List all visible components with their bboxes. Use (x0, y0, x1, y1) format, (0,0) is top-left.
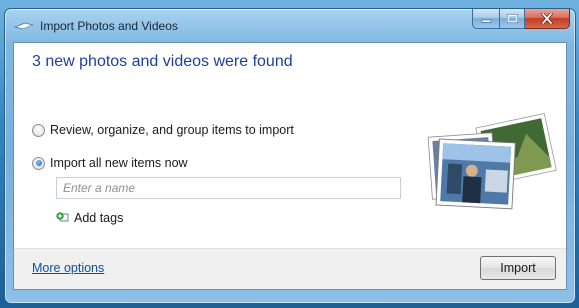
dialog-content: 3 new photos and videos were found Revie… (13, 42, 567, 290)
window-controls (472, 9, 570, 29)
import-button[interactable]: Import (480, 256, 556, 280)
add-tags-link[interactable]: Add tags (56, 211, 123, 225)
photo-stack-icon (427, 113, 557, 210)
import-dialog: Import Photos and Videos 3 new photos an… (4, 8, 576, 304)
minimize-icon (481, 19, 491, 23)
page-title: 3 new photos and videos were found (32, 53, 293, 70)
option-label-import-all: Import all new items now (50, 156, 188, 170)
close-icon (541, 13, 553, 24)
maximize-icon (506, 13, 518, 23)
maximize-button[interactable] (499, 9, 525, 29)
radio-import-all[interactable] (32, 156, 45, 170)
add-tags-label: Add tags (74, 211, 124, 225)
title-bar[interactable]: Import Photos and Videos (5, 9, 575, 43)
minimize-button[interactable] (472, 9, 499, 29)
window-title: Import Photos and Videos (40, 19, 178, 33)
dialog-footer: More options Import (14, 248, 566, 289)
close-button[interactable] (525, 9, 570, 29)
option-label-review: Review, organize, and group items to imp… (50, 123, 294, 137)
option-review-organize[interactable]: Review, organize, and group items to imp… (32, 123, 294, 137)
more-options-link[interactable]: More options (32, 261, 104, 275)
name-input[interactable] (56, 177, 401, 199)
camera-import-icon (14, 22, 34, 31)
tag-add-icon (56, 212, 69, 222)
radio-review-organize[interactable] (32, 123, 45, 137)
option-import-all[interactable]: Import all new items now (32, 156, 188, 170)
